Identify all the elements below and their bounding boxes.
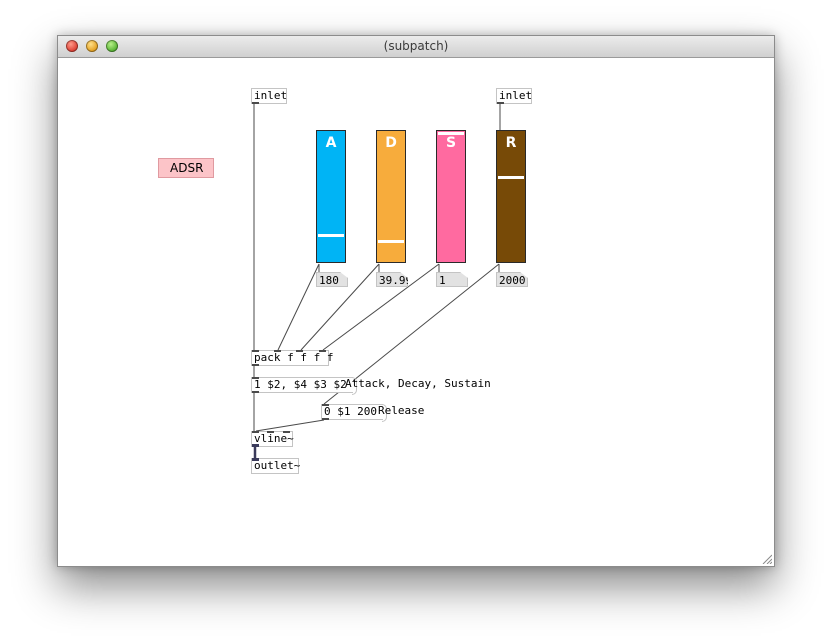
vline-text: vline~	[254, 432, 294, 445]
inlet-port[interactable]	[283, 431, 290, 433]
title-bar[interactable]: (subpatch)	[58, 36, 774, 58]
pack-text: pack f f f f	[254, 351, 334, 364]
inlet-port[interactable]	[267, 431, 274, 433]
patch-canvas[interactable]: ADSR inlet inlet A D S R 180 39.99 1 200…	[58, 58, 774, 566]
slider-label: D	[385, 135, 397, 151]
minimize-button[interactable]	[86, 40, 98, 52]
outlet-port[interactable]	[252, 364, 259, 366]
inlet-port[interactable]	[252, 431, 259, 433]
window-title: (subpatch)	[383, 39, 449, 53]
adsr-canvas-label: ADSR	[158, 158, 214, 178]
inlet-right-text: inlet	[499, 89, 533, 102]
slider-sustain[interactable]: S	[436, 130, 466, 263]
message-ads[interactable]: 1 $2, $4 $3 $2	[251, 377, 357, 395]
outlet-port[interactable]	[252, 102, 259, 104]
inlet-left-text: inlet	[254, 89, 288, 102]
inlet-port[interactable]	[319, 350, 326, 352]
vline-object[interactable]: vline~	[251, 431, 294, 447]
slider-knob[interactable]	[438, 132, 464, 135]
slider-release[interactable]: R	[496, 130, 526, 263]
outlet-object[interactable]: outlet~	[251, 458, 301, 474]
inlet-right[interactable]: inlet	[496, 88, 532, 104]
signal-inlet-port[interactable]	[252, 458, 259, 461]
patch-cords	[253, 104, 501, 458]
inlet-left[interactable]: inlet	[251, 88, 287, 104]
slider-label: A	[325, 135, 337, 151]
inlet-port[interactable]	[252, 350, 259, 352]
slider-knob[interactable]	[498, 176, 524, 179]
message-release[interactable]: 0 $1 200	[321, 404, 387, 422]
slider-decay[interactable]: D	[376, 130, 406, 263]
close-button[interactable]	[66, 40, 78, 52]
outlet-port[interactable]	[252, 391, 259, 393]
resize-grip-icon[interactable]	[762, 554, 772, 564]
outlet-port[interactable]	[497, 102, 504, 104]
zoom-button[interactable]	[106, 40, 118, 52]
inlet-port[interactable]	[274, 350, 281, 352]
outlet-port[interactable]	[322, 418, 329, 420]
inlet-port[interactable]	[322, 404, 329, 406]
slider-knob[interactable]	[378, 240, 404, 243]
cord-release-to-vline	[255, 419, 325, 432]
slider-attack[interactable]: A	[316, 130, 346, 263]
slider-label: R	[505, 135, 517, 151]
slider-label: S	[445, 135, 457, 151]
message-ads-text: 1 $2, $4 $3 $2	[254, 378, 347, 391]
pack-object[interactable]: pack f f f f	[251, 350, 333, 366]
message-release-text: 0 $1 200	[324, 405, 377, 418]
slider-knob[interactable]	[318, 234, 344, 237]
comment-release: Release	[378, 404, 425, 417]
subpatch-window: (subpatch) ADSR inlet inlet A D S R 180 …	[57, 35, 775, 567]
inlet-port[interactable]	[252, 377, 259, 379]
inlet-port[interactable]	[296, 350, 303, 352]
outlet-text: outlet~	[254, 459, 301, 472]
comment-ads: Attack, Decay, Sustain	[345, 377, 491, 390]
signal-outlet-port[interactable]	[252, 444, 259, 447]
